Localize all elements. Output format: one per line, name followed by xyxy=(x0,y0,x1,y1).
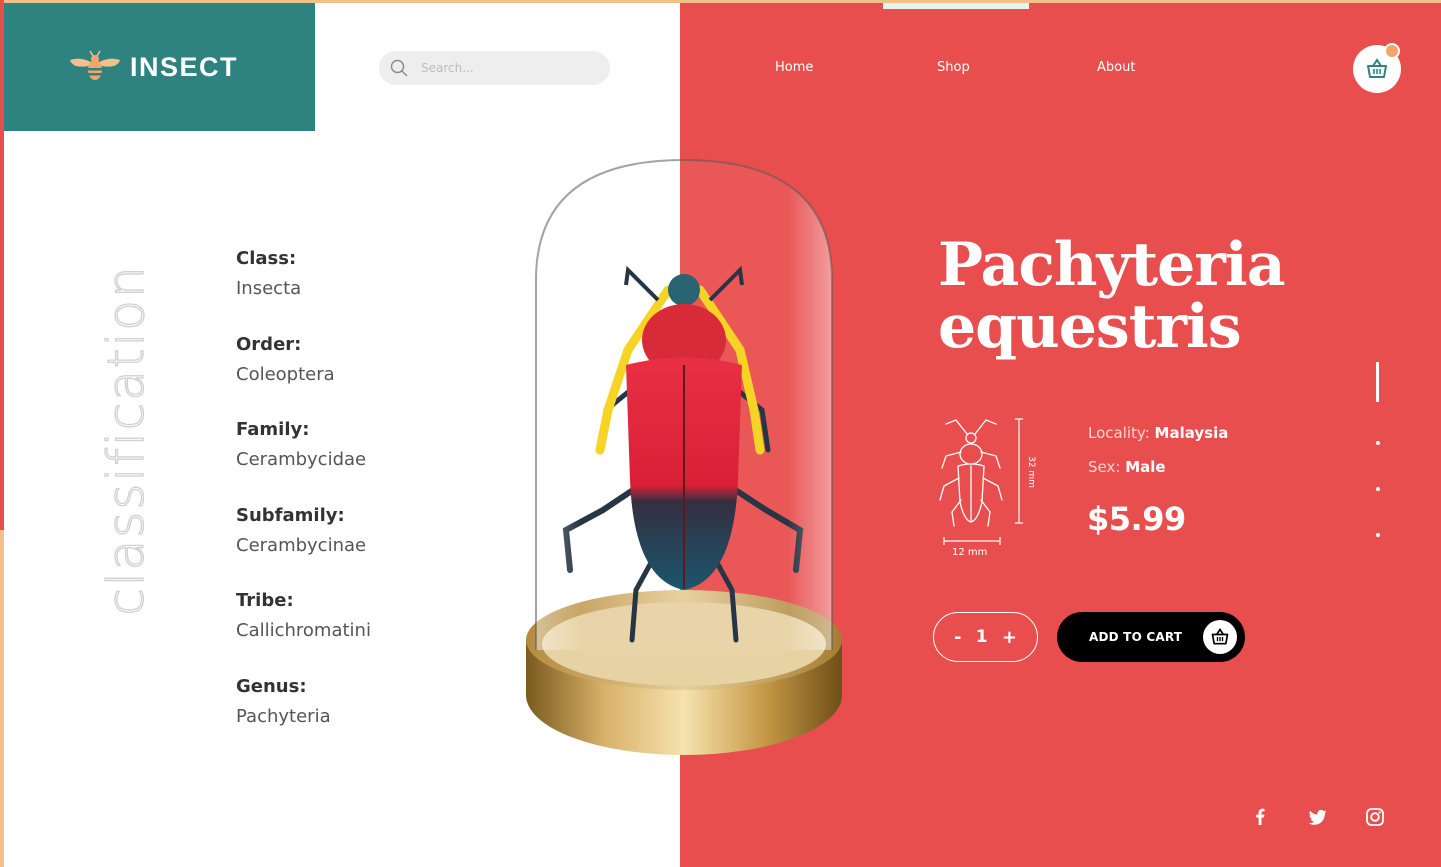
basket-icon xyxy=(1211,627,1229,645)
classification-value: Callichromatini xyxy=(236,620,371,641)
nav-shop[interactable]: Shop xyxy=(937,60,970,75)
classification-label: Tribe: xyxy=(236,590,294,611)
sex-value: Male xyxy=(1125,458,1166,476)
width-dimension-line xyxy=(943,537,1001,545)
nav-home[interactable]: Home xyxy=(775,60,813,75)
length-dimension-line xyxy=(1015,418,1023,524)
instagram-icon xyxy=(1366,808,1384,826)
nav-active-indicator xyxy=(883,3,1029,9)
quantity-increase-button[interactable]: + xyxy=(1002,627,1017,648)
classification-label: Family: xyxy=(236,419,310,440)
left-accent-border-gold xyxy=(0,530,4,867)
facebook-icon xyxy=(1256,808,1265,825)
length-dimension-label: 32 mm xyxy=(1026,456,1036,488)
search-input[interactable] xyxy=(421,61,591,75)
pager-dot[interactable] xyxy=(1376,533,1380,537)
classification-label: Order: xyxy=(236,333,302,355)
sex-label: Sex: xyxy=(1088,458,1121,476)
pager-dot[interactable] xyxy=(1376,487,1380,491)
quantity-value: 1 xyxy=(975,627,988,647)
quantity-stepper: - 1 + xyxy=(933,612,1038,662)
search-bar[interactable] xyxy=(379,51,610,85)
classification-value: Pachyteria xyxy=(236,705,331,727)
brand-name: INSECT xyxy=(130,51,239,82)
twitter-link[interactable] xyxy=(1307,806,1329,828)
twitter-icon xyxy=(1308,809,1327,825)
beetle-outline-icon xyxy=(939,419,1003,527)
classification-item-tribe: Tribe: Callichromatini xyxy=(236,590,371,676)
product-title: Pachyteria equestris xyxy=(938,230,1286,362)
add-to-cart-button[interactable]: ADD TO CART xyxy=(1057,612,1245,662)
nav-about[interactable]: About xyxy=(1097,60,1135,75)
classification-value: Insecta xyxy=(236,278,302,299)
basket-icon xyxy=(1367,58,1387,78)
width-dimension-label: 12 mm xyxy=(952,547,988,558)
classification-list: Class: Insecta Order: Coleoptera Family:… xyxy=(236,248,371,761)
quantity-decrease-button[interactable]: - xyxy=(954,627,961,648)
classification-value: Cerambycinae xyxy=(236,534,367,556)
add-to-cart-basket xyxy=(1203,620,1237,654)
classification-item-class: Class: Insecta xyxy=(236,248,371,334)
product-price: $5.99 xyxy=(1087,500,1186,538)
facebook-link[interactable] xyxy=(1249,806,1271,828)
instagram-link[interactable] xyxy=(1364,806,1386,828)
specimen-image xyxy=(526,158,842,755)
product-title-line2: equestris xyxy=(938,292,1242,362)
product-title-line1: Pachyteria xyxy=(938,230,1286,300)
classification-label: Genus: xyxy=(236,675,307,697)
locality-row: Locality: Malaysia xyxy=(1088,424,1228,442)
classification-item-family: Family: Cerambycidae xyxy=(236,419,371,505)
classification-item-subfamily: Subfamily: Cerambycinae xyxy=(236,505,371,591)
cart-notification-badge xyxy=(1384,43,1400,59)
logo[interactable]: INSECT xyxy=(4,3,315,131)
locality-value: Malaysia xyxy=(1154,424,1229,442)
classification-label: Subfamily: xyxy=(236,504,345,526)
pager-dot[interactable] xyxy=(1376,441,1380,445)
classification-item-genus: Genus: Pachyteria xyxy=(236,676,371,762)
classification-value: Coleoptera xyxy=(236,363,335,385)
sex-row: Sex: Male xyxy=(1088,458,1166,476)
search-icon xyxy=(390,59,408,77)
classification-value: Cerambycidae xyxy=(236,449,367,470)
locality-label: Locality: xyxy=(1088,424,1150,442)
classification-label: Class: xyxy=(236,248,297,269)
bee-logo-icon xyxy=(70,50,120,80)
pager-active-indicator[interactable] xyxy=(1376,362,1379,402)
classification-vertical-label: classification xyxy=(96,264,155,617)
add-to-cart-label: ADD TO CART xyxy=(1089,630,1183,644)
classification-item-order: Order: Coleoptera xyxy=(236,334,371,420)
